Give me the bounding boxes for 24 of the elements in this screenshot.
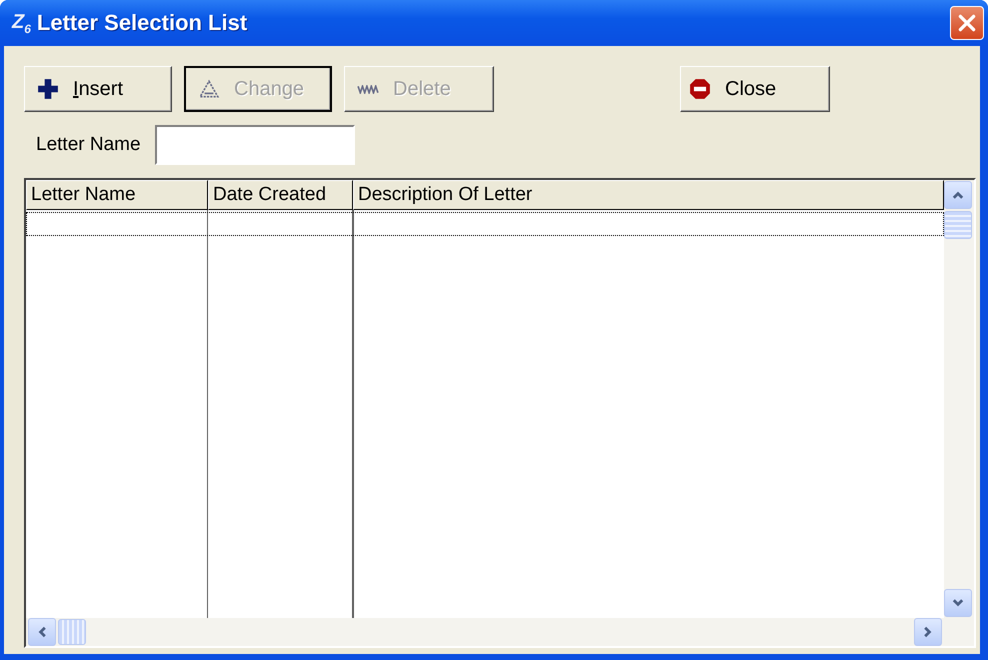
scroll-right-button[interactable]: [914, 618, 942, 646]
plus-icon: [37, 78, 59, 100]
insert-button[interactable]: Insert: [24, 66, 172, 112]
scroll-up-button[interactable]: [944, 181, 972, 209]
zigzag-icon: [357, 84, 379, 94]
close-window-button[interactable]: [950, 6, 984, 40]
scroll-down-button[interactable]: [944, 589, 972, 617]
window-title: Letter Selection List: [36, 10, 248, 36]
column-header[interactable]: Letter Name: [26, 180, 208, 210]
horizontal-scrollbar[interactable]: [26, 618, 974, 646]
stop-sign-icon: [689, 78, 711, 100]
table-row[interactable]: [26, 212, 944, 236]
app-logo: Z$_{6}$: [12, 10, 31, 36]
column-header[interactable]: Date Created: [208, 180, 353, 210]
triangle-icon: [198, 78, 220, 100]
scroll-thumb[interactable]: [58, 619, 86, 645]
column-header[interactable]: Description Of Letter: [353, 180, 944, 210]
close-icon: [956, 12, 978, 34]
close-button[interactable]: Close: [680, 66, 830, 112]
vertical-scrollbar[interactable]: [944, 180, 974, 618]
scroll-thumb[interactable]: [944, 211, 972, 239]
scroll-left-button[interactable]: [28, 618, 56, 646]
field-label: Letter Name: [36, 134, 141, 156]
letter-name-field[interactable]: [154, 125, 355, 165]
